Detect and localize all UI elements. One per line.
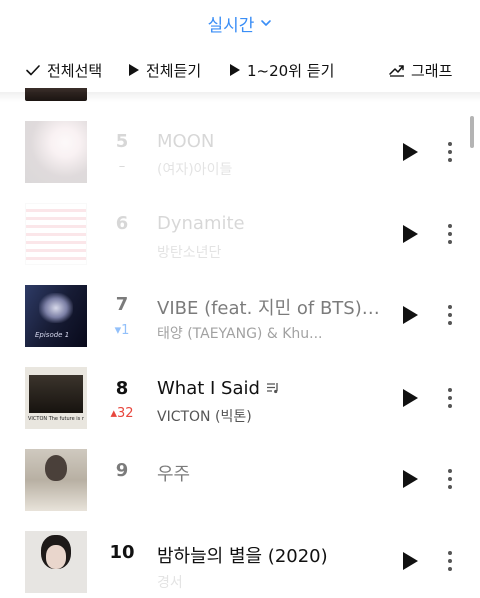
album-cover[interactable]: [25, 531, 87, 593]
play-icon[interactable]: [400, 469, 420, 489]
album-cover[interactable]: Episode 1: [25, 285, 87, 347]
more-icon[interactable]: [442, 303, 458, 327]
song-title[interactable]: MOON: [157, 131, 382, 152]
more-icon[interactable]: [442, 386, 458, 410]
rank-number: 9: [115, 460, 129, 481]
album-cover[interactable]: VICTON The future is now: [25, 367, 87, 429]
rank-change: ▾1: [114, 323, 130, 338]
song-title[interactable]: What I Said: [157, 378, 382, 400]
artist-name[interactable]: 태양 (TAEYANG) & Khu...: [157, 323, 382, 343]
artist-name[interactable]: (여자)아이들: [157, 159, 382, 179]
chart-list: 5 – MOON (여자)아이들 6 Dynamite 방탄소년단 Episod…: [0, 0, 480, 598]
song-title[interactable]: Dynamite: [157, 213, 382, 234]
album-cover[interactable]: [25, 449, 87, 511]
song-title-text: What I Said: [157, 378, 260, 399]
play-icon[interactable]: [400, 388, 420, 408]
song-title[interactable]: VIBE (feat. 지민 of BTS) (P...: [157, 294, 382, 320]
play-icon[interactable]: [400, 142, 420, 162]
play-icon[interactable]: [400, 551, 420, 571]
lyrics-icon: [266, 379, 280, 400]
song-title[interactable]: 우주: [157, 460, 382, 486]
song-title[interactable]: 밤하늘의 별을 (2020): [157, 542, 382, 568]
rank-number: 8: [115, 378, 129, 399]
rank-number: 6: [115, 213, 129, 234]
album-cover[interactable]: [25, 203, 87, 265]
play-icon[interactable]: [400, 224, 420, 244]
album-art-caption: VICTON The future is now: [28, 416, 84, 422]
rank-number: 5: [115, 131, 129, 152]
rank-number: 10: [109, 542, 135, 563]
artist-name[interactable]: VICTON (빅톤): [157, 406, 382, 426]
rank-change: –: [118, 159, 126, 174]
album-art-figure: [45, 455, 67, 481]
scrollbar[interactable]: [470, 116, 474, 148]
album-art-group-photo: [29, 375, 83, 413]
album-art-face: [46, 545, 66, 569]
play-icon[interactable]: [400, 305, 420, 325]
artist-name[interactable]: 경서: [157, 572, 382, 592]
more-icon[interactable]: [442, 140, 458, 164]
rank-change: ▴32: [110, 406, 134, 421]
more-icon[interactable]: [442, 222, 458, 246]
album-art-figure: [39, 293, 73, 323]
rank-number: 7: [115, 294, 129, 315]
more-icon[interactable]: [442, 549, 458, 573]
album-cover[interactable]: [25, 121, 87, 183]
album-art-caption: Episode 1: [35, 331, 70, 339]
more-icon[interactable]: [442, 467, 458, 491]
artist-name[interactable]: 방탄소년단: [157, 242, 382, 262]
